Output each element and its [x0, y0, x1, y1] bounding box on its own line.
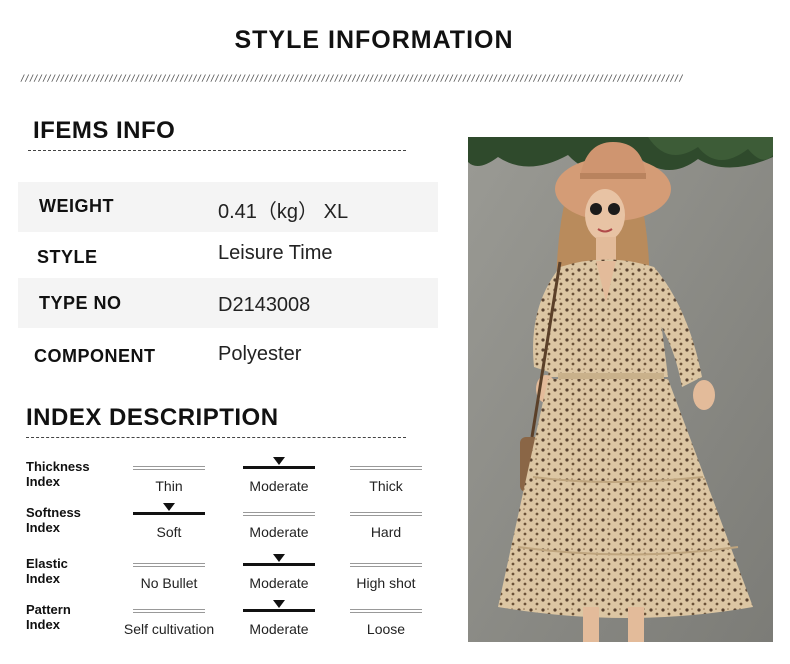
index-label: Pattern Index — [26, 602, 71, 632]
index-bar-selected — [243, 563, 315, 566]
info-row-weight: WEIGHT 0.41（kg） XL — [18, 182, 438, 232]
info-row-type-no: TYPE NO D2143008 — [18, 278, 438, 328]
info-key: TYPE NO — [39, 293, 122, 313]
model-in-leopard-dress-image — [468, 137, 773, 642]
index-label-line2: Index — [26, 474, 60, 489]
index-bar-selected — [243, 466, 315, 469]
index-description-heading: INDEX DESCRIPTION — [26, 404, 279, 431]
info-key: WEIGHT — [39, 196, 114, 216]
info-value: Polyester — [218, 343, 302, 365]
index-option-label: Moderate — [249, 621, 309, 637]
index-option-label: Moderate — [249, 478, 309, 494]
index-bar — [350, 466, 422, 470]
index-label-line2: Index — [26, 617, 60, 632]
info-key: STYLE — [37, 247, 98, 267]
index-option-label: Loose — [366, 621, 406, 637]
index-option-label: Moderate — [249, 524, 309, 540]
selected-marker-icon — [163, 503, 175, 511]
index-label-line1: Softness — [26, 505, 81, 520]
product-photo — [468, 137, 773, 642]
index-bar — [133, 563, 205, 567]
index-option-label: High shot — [356, 575, 416, 591]
index-label-line2: Index — [26, 520, 60, 535]
info-value: D2143008 — [218, 294, 311, 316]
index-bar-selected — [243, 609, 315, 612]
index-bar — [133, 609, 205, 613]
index-label: Thickness Index — [26, 459, 90, 489]
index-option-label: Moderate — [249, 575, 309, 591]
index-bar — [350, 563, 422, 567]
index-bar — [133, 466, 205, 470]
selected-marker-icon — [273, 600, 285, 608]
index-option-label: Thick — [369, 478, 403, 494]
index-bar — [350, 609, 422, 613]
index-bar — [243, 512, 315, 516]
index-option-label: Self cultivation — [123, 621, 215, 637]
selected-marker-icon — [273, 457, 285, 465]
decorative-divider: ////////////////////////////////////////… — [20, 74, 684, 84]
index-label-line1: Thickness — [26, 459, 90, 474]
index-label-line2: Index — [26, 571, 60, 586]
index-label-line1: Pattern — [26, 602, 71, 617]
page-title: STYLE INFORMATION — [234, 26, 514, 54]
index-label: Softness Index — [26, 505, 81, 535]
index-label-line1: Elastic — [26, 556, 68, 571]
info-key: COMPONENT — [34, 346, 156, 366]
items-info-heading: IFEMS INFO — [33, 117, 176, 144]
index-option-label: Hard — [370, 524, 402, 540]
info-row-style: STYLE Leisure Time — [18, 232, 438, 282]
index-label: Elastic Index — [26, 556, 68, 586]
info-value: 0.41（kg） XL — [218, 201, 349, 223]
info-value: Leisure Time — [218, 242, 333, 264]
index-option-label: No Bullet — [140, 575, 198, 591]
info-row-component: COMPONENT Polyester — [18, 332, 438, 382]
items-info-divider — [28, 150, 406, 151]
index-description-divider — [26, 437, 406, 438]
index-option-label: Soft — [156, 524, 182, 540]
index-bar-selected — [133, 512, 205, 515]
selected-marker-icon — [273, 554, 285, 562]
index-bar — [350, 512, 422, 516]
index-option-label: Thin — [155, 478, 183, 494]
